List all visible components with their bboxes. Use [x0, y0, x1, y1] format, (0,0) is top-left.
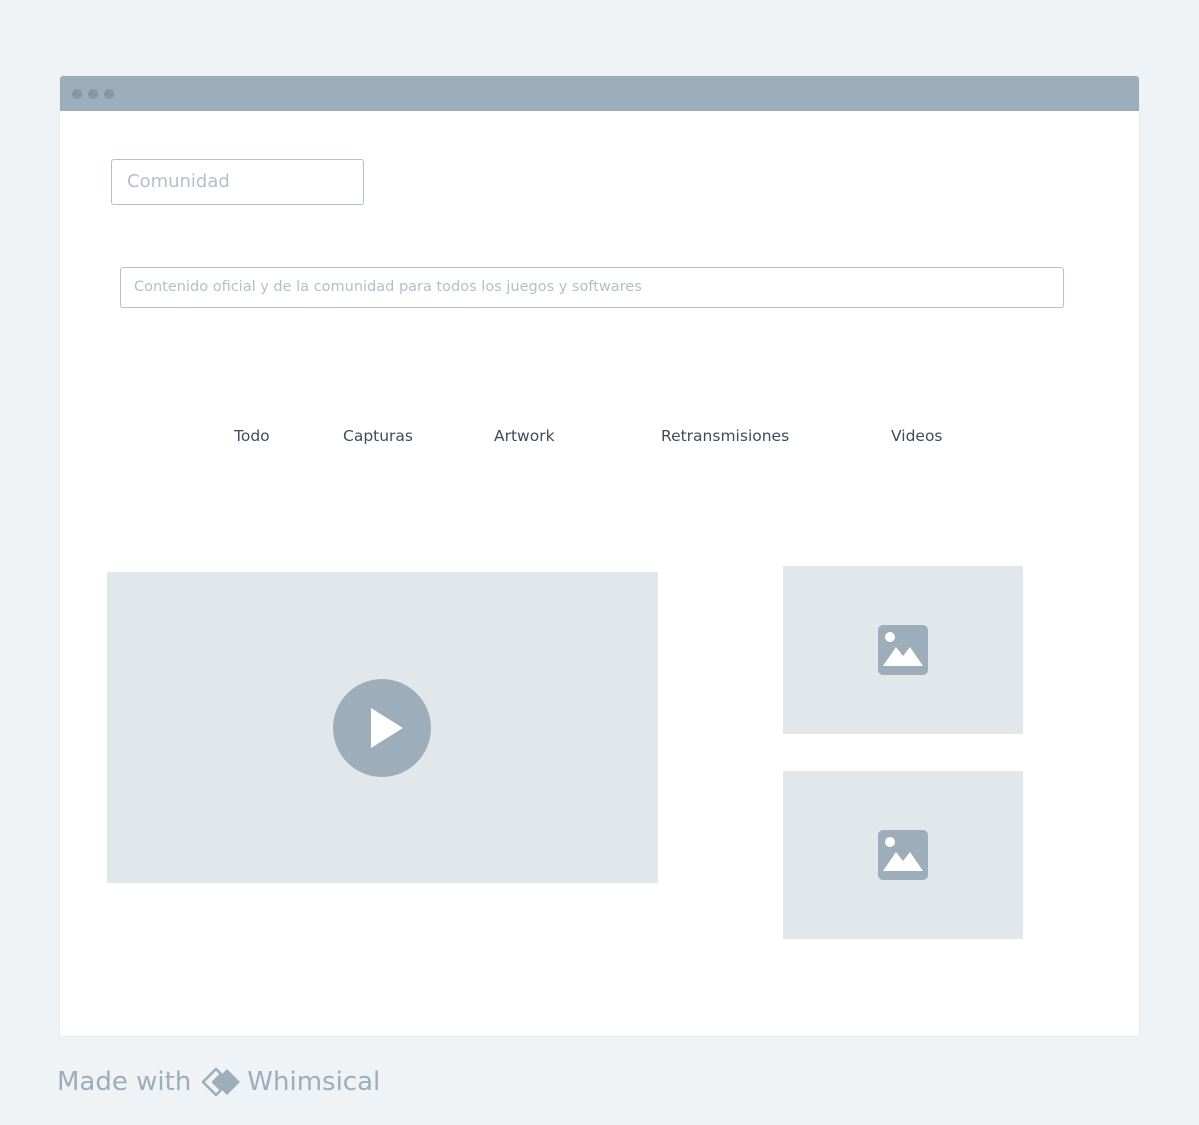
window-dot-icon [88, 89, 98, 99]
description-input[interactable]: Contenido oficial y de la comunidad para… [120, 267, 1064, 308]
tab-todo[interactable]: Todo [234, 427, 270, 445]
video-player[interactable] [107, 572, 658, 883]
browser-window: Comunidad Contenido oficial y de la comu… [60, 76, 1139, 1036]
image-icon [878, 830, 928, 880]
made-with-label: Made with [57, 1067, 192, 1097]
play-triangle [371, 708, 403, 748]
image-placeholder[interactable] [783, 771, 1023, 939]
tab-capturas[interactable]: Capturas [343, 427, 413, 445]
made-with-whimsical[interactable]: Made with Whimsical [57, 1062, 380, 1102]
tab-videos[interactable]: Videos [891, 427, 943, 445]
tab-artwork[interactable]: Artwork [494, 427, 555, 445]
window-title-bar [60, 76, 1139, 111]
tab-retransmisiones[interactable]: Retransmisiones [661, 427, 789, 445]
window-dot-icon [104, 89, 114, 99]
whimsical-logo-icon [202, 1067, 241, 1097]
community-search-input[interactable]: Comunidad [111, 159, 364, 205]
window-dot-icon [72, 89, 82, 99]
description-placeholder: Contenido oficial y de la comunidad para… [134, 279, 642, 295]
whimsical-brand: Whimsical [247, 1067, 381, 1097]
play-icon[interactable] [333, 679, 431, 777]
community-search-placeholder: Comunidad [127, 171, 230, 192]
image-placeholder[interactable] [783, 566, 1023, 734]
image-icon [878, 625, 928, 675]
